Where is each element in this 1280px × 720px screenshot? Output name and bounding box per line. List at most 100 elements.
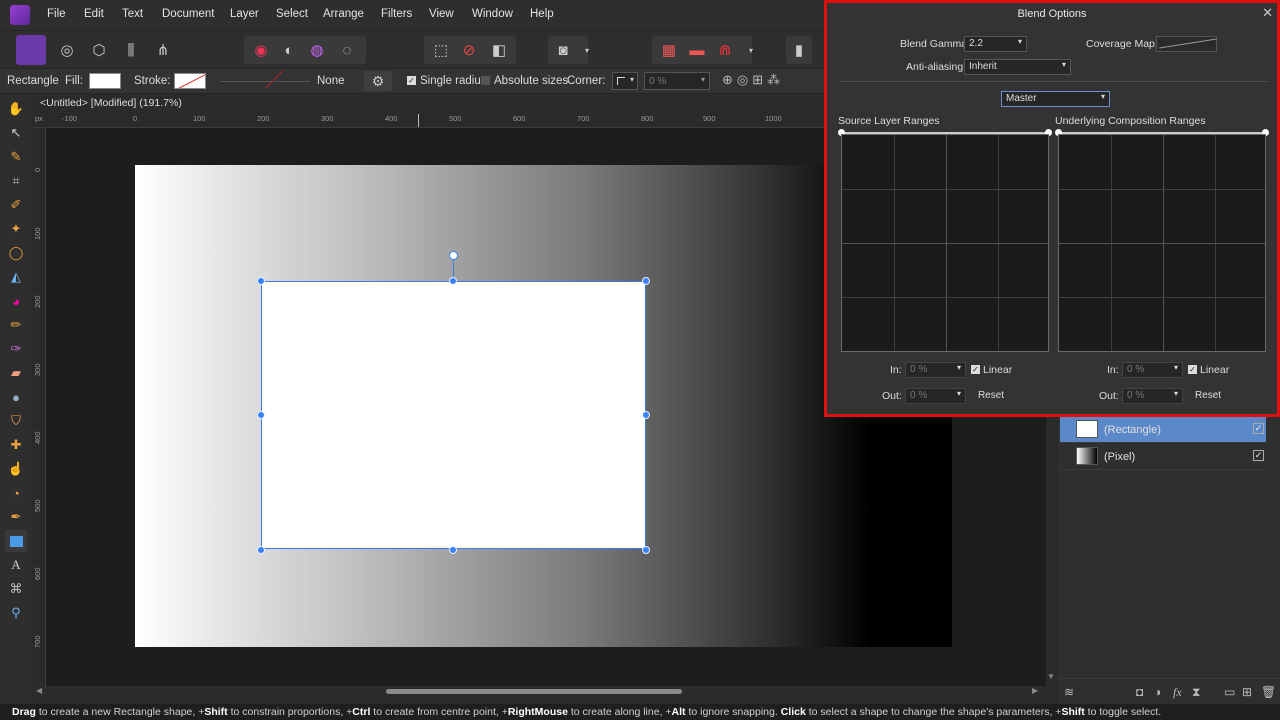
menu-text[interactable]: Text	[122, 8, 143, 20]
crop-tool-icon[interactable]: ⌗	[5, 170, 27, 192]
resize-handle-right[interactable]	[642, 411, 650, 419]
absolute-sizes-checkbox[interactable]	[481, 76, 490, 85]
resize-handle-bottom[interactable]	[449, 546, 457, 554]
assistant-icon[interactable]: ▮	[786, 37, 812, 63]
mask-layer-icon[interactable]: ◘	[1136, 685, 1143, 699]
source-range-graph[interactable]	[841, 134, 1049, 352]
flood-fill-icon[interactable]: ◭	[5, 266, 27, 288]
source-linear-checkbox[interactable]: ✓	[971, 365, 980, 374]
text-tool-icon[interactable]: A	[5, 554, 27, 576]
move-tool-icon[interactable]: ↖	[5, 122, 27, 144]
pen-tool-icon[interactable]: ✒	[5, 506, 27, 528]
vertical-scrollbar[interactable]: ▼	[1046, 412, 1058, 686]
export-persona-icon[interactable]: ⬡	[86, 37, 112, 63]
crosshair-icon[interactable]: ⊕	[722, 72, 733, 90]
select-all-icon[interactable]: ⬚	[428, 37, 454, 63]
adjustment-icon[interactable]: ◑	[1154, 685, 1161, 699]
resize-handle-top-left[interactable]	[257, 277, 265, 285]
resize-handle-bottom-left[interactable]	[257, 546, 265, 554]
layers-stack-icon[interactable]: ≋	[1064, 685, 1074, 699]
scrollbar-thumb[interactable]	[386, 689, 682, 694]
pixel-persona-icon[interactable]: ◎	[54, 37, 80, 63]
share-icon[interactable]: ⋔	[150, 37, 176, 63]
scroll-left-icon[interactable]: ◀	[36, 686, 42, 695]
stroke-swatch[interactable]	[174, 73, 206, 89]
color-wheel-icon[interactable]: ◉	[248, 37, 274, 63]
red-eye-icon[interactable]: ◔	[5, 482, 27, 504]
color-replacement-icon[interactable]: ✑	[5, 338, 27, 360]
underlying-reset-button[interactable]: Reset	[1190, 388, 1226, 404]
quick-mask-icon[interactable]: ◙	[550, 37, 576, 63]
chevron-down-icon[interactable]: ▾	[574, 37, 600, 63]
horizontal-scrollbar[interactable]: ◀ ▶	[36, 686, 1046, 698]
snap-grid-icon[interactable]: ⊞	[752, 72, 763, 90]
invert-selection-icon[interactable]: ◧	[486, 37, 512, 63]
source-in-field[interactable]: 0 % ▾	[905, 362, 966, 378]
fx-icon[interactable]: fx	[1173, 685, 1182, 700]
menu-window[interactable]: Window	[472, 8, 513, 20]
gradient-tool-icon[interactable]: ◕	[5, 290, 27, 312]
contrast-icon[interactable]: ◐	[276, 37, 302, 63]
freehand-select-icon[interactable]: ◯	[5, 242, 27, 264]
rotation-handle[interactable]	[449, 251, 458, 260]
menu-arrange[interactable]: Arrange	[323, 8, 364, 20]
source-out-field[interactable]: 0 % ▾	[905, 388, 966, 404]
layer-row[interactable]: (Pixel) ✓	[1060, 444, 1266, 470]
source-reset-button[interactable]: Reset	[973, 388, 1009, 404]
resize-handle-top[interactable]	[449, 277, 457, 285]
layer-row[interactable]: (Rectangle) ✓	[1060, 417, 1266, 443]
menu-layer[interactable]: Layer	[230, 8, 259, 20]
align-icon[interactable]: ⫼	[118, 37, 144, 63]
underlying-range-graph[interactable]	[1058, 134, 1266, 352]
underlying-linear-checkbox[interactable]: ✓	[1188, 365, 1197, 374]
live-filter-icon[interactable]: ⧗	[1192, 685, 1200, 700]
layer-visibility-checkbox[interactable]: ✓	[1253, 450, 1264, 461]
dodge-tool-icon[interactable]: ●	[5, 386, 27, 408]
trash-icon[interactable]: 🗑	[1261, 685, 1276, 699]
underlying-out-field[interactable]: 0 % ▾	[1122, 388, 1183, 404]
close-icon[interactable]: ✕	[1262, 5, 1273, 21]
designer-persona-icon[interactable]	[16, 35, 46, 65]
menu-view[interactable]: View	[429, 8, 454, 20]
layer-visibility-checkbox[interactable]: ✓	[1253, 423, 1264, 434]
hue-icon[interactable]: ◍	[304, 37, 330, 63]
smudge-tool-icon[interactable]: ☝	[5, 458, 27, 480]
snapping-magnet-icon[interactable]: ⋒	[712, 37, 738, 63]
grid-icon[interactable]: ▦	[656, 37, 682, 63]
healing-brush-icon[interactable]: ✚	[5, 434, 27, 456]
view-hand-icon[interactable]: ✋	[5, 98, 27, 120]
menu-help[interactable]: Help	[530, 8, 554, 20]
corner-type-select[interactable]: ▾	[612, 72, 638, 90]
gear-icon[interactable]: ⚙	[364, 71, 392, 91]
group-folder-icon[interactable]: ▭	[1224, 685, 1235, 699]
menu-filters[interactable]: Filters	[381, 8, 412, 20]
chevron-down-icon[interactable]: ▾	[738, 37, 764, 63]
resize-handle-bottom-right[interactable]	[642, 546, 650, 554]
menu-file[interactable]: File	[47, 8, 66, 20]
document-tab[interactable]: <Untitled> [Modified] (191.7%)	[32, 94, 832, 112]
flood-select-icon[interactable]: ✦	[5, 218, 27, 240]
deselect-icon[interactable]: ⊘	[456, 37, 482, 63]
rectangle-shape[interactable]	[261, 281, 646, 549]
selection-brush-icon[interactable]: ✐	[5, 194, 27, 216]
coverage-map-curve[interactable]	[1156, 36, 1217, 52]
single-radius-checkbox[interactable]: ✓	[407, 76, 416, 85]
blend-gamma-select[interactable]: 2.2 ▾	[964, 36, 1027, 52]
stroke-style-preview[interactable]	[220, 81, 310, 82]
erase-brush-icon[interactable]: ▰	[5, 362, 27, 384]
resize-handle-left[interactable]	[257, 411, 265, 419]
white-balance-icon[interactable]: ◌	[334, 37, 360, 63]
corner-value-field[interactable]: 0 % ▾	[644, 72, 710, 90]
scroll-down-icon[interactable]: ▼	[1047, 672, 1055, 681]
ruler-guides-icon[interactable]: ▬	[684, 37, 710, 63]
menu-select[interactable]: Select	[276, 8, 308, 20]
add-layer-icon[interactable]: ⊞	[1242, 685, 1252, 699]
mesh-warp-icon[interactable]: ⌘	[5, 578, 27, 600]
fill-swatch[interactable]	[89, 73, 121, 89]
paint-brush-icon[interactable]: ✏	[5, 314, 27, 336]
zoom-tool-icon[interactable]: ⚲	[5, 602, 27, 624]
color-picker-icon[interactable]: ✎	[5, 146, 27, 168]
underlying-in-field[interactable]: 0 % ▾	[1122, 362, 1183, 378]
menu-edit[interactable]: Edit	[84, 8, 104, 20]
scroll-right-icon[interactable]: ▶	[1032, 686, 1038, 695]
